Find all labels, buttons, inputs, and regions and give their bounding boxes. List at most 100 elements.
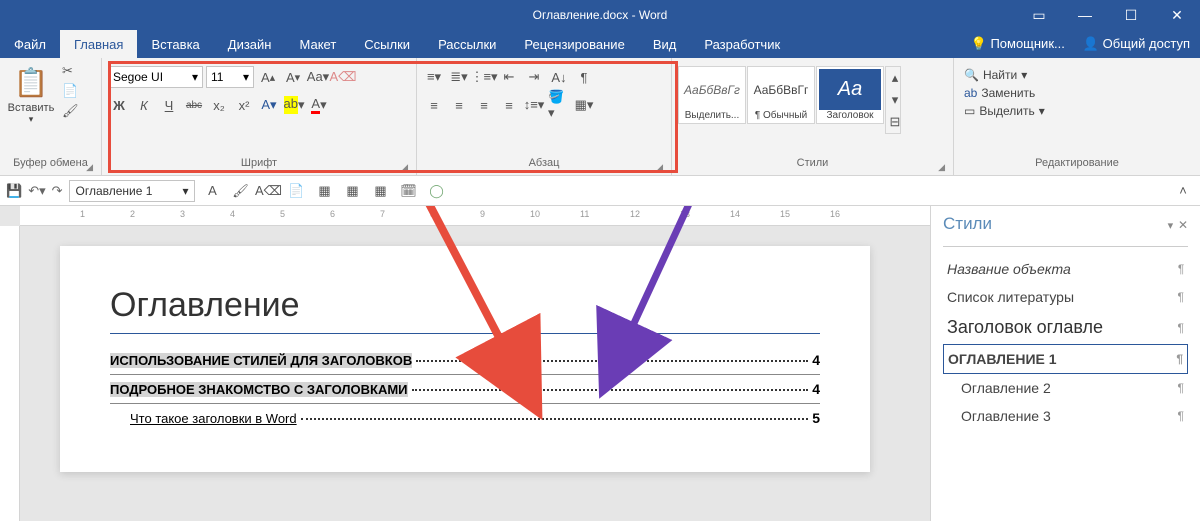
toc-entry[interactable]: Что такое заголовки в Word5: [110, 410, 820, 426]
redo-button[interactable]: ↷: [52, 183, 63, 199]
decrease-indent-button[interactable]: ⇤: [498, 66, 520, 88]
window-title: Оглавление.docx - Word: [533, 8, 668, 22]
styles-launcher[interactable]: ◢: [938, 162, 945, 173]
align-left-button[interactable]: ≡: [423, 94, 445, 116]
show-marks-button[interactable]: ¶: [573, 66, 595, 88]
multilevel-button[interactable]: ⋮≡▾: [473, 66, 495, 88]
text-effects-button[interactable]: A▾: [258, 94, 280, 116]
underline-button[interactable]: Ч: [158, 94, 180, 116]
qat-btn[interactable]: ▦: [341, 180, 363, 202]
copy-button[interactable]: 📄: [58, 82, 83, 100]
styles-more-icon[interactable]: ⊟: [886, 111, 904, 133]
styles-pane-title: Стили: [943, 214, 992, 234]
style-item[interactable]: АаБбВвГг¶ Обычный: [747, 66, 815, 124]
tab-home[interactable]: Главная: [60, 30, 137, 58]
ribbon-options-icon[interactable]: ▭: [1016, 0, 1062, 30]
borders-button[interactable]: ▦▾: [573, 94, 595, 116]
styles-up-icon[interactable]: ▴: [886, 67, 904, 89]
save-button[interactable]: 💾: [6, 183, 22, 199]
cut-button[interactable]: ✂: [58, 62, 83, 80]
subscript-button[interactable]: x₂: [208, 94, 230, 116]
qat-btn[interactable]: 🗓: [397, 180, 419, 202]
font-group-label: Шрифт: [241, 157, 277, 169]
qat-btn[interactable]: ◯: [425, 180, 447, 202]
qat-btn[interactable]: ▦: [369, 180, 391, 202]
grow-font-button[interactable]: A▴: [257, 66, 279, 88]
tab-developer[interactable]: Разработчик: [690, 30, 794, 58]
pane-options-icon[interactable]: ▾: [1168, 220, 1174, 232]
sort-button[interactable]: A↓: [548, 66, 570, 88]
clipboard-launcher[interactable]: ◢: [86, 162, 93, 173]
font-size-combo[interactable]: 11▾: [206, 66, 254, 88]
strike-button[interactable]: abc: [183, 94, 205, 116]
tab-file[interactable]: Файл: [0, 30, 60, 58]
pane-close-icon[interactable]: ✕: [1178, 218, 1188, 232]
justify-button[interactable]: ≡: [498, 94, 520, 116]
font-name-combo[interactable]: Segoe UI▾: [108, 66, 203, 88]
document-area[interactable]: 12345678910111213141516 Оглавление ИСПОЛ…: [0, 206, 930, 521]
horizontal-ruler[interactable]: 12345678910111213141516: [20, 206, 930, 226]
qat-btn[interactable]: 📄: [285, 180, 307, 202]
styles-gallery[interactable]: АаБбВвГгВыделить... АаБбВвГг¶ Обычный Аа…: [678, 66, 901, 134]
align-right-button[interactable]: ≡: [473, 94, 495, 116]
quick-access-toolbar: 💾 ↶▾ ↷ Оглавление 1▾ A 🖌 A⌫ 📄 ▦ ▦ ▦ 🗓 ◯ …: [0, 176, 1200, 206]
style-row[interactable]: Оглавление 2¶: [943, 374, 1188, 402]
shrink-font-button[interactable]: A▾: [282, 66, 304, 88]
minimize-icon[interactable]: —: [1062, 0, 1108, 30]
tell-me[interactable]: 💡 Помощник...: [971, 36, 1065, 52]
styles-down-icon[interactable]: ▾: [886, 89, 904, 111]
numbering-button[interactable]: ≣▾: [448, 66, 470, 88]
style-row[interactable]: Список литературы¶: [943, 283, 1188, 311]
toc-entry[interactable]: ИСПОЛЬЗОВАНИЕ СТИЛЕЙ ДЛЯ ЗАГОЛОВКОВ4: [110, 352, 820, 368]
increase-indent-button[interactable]: ⇥: [523, 66, 545, 88]
page-title: Оглавление: [110, 286, 820, 334]
style-row[interactable]: Название объекта¶: [943, 255, 1188, 283]
paste-button[interactable]: 📋 Вставить ▾: [6, 62, 56, 125]
collapse-ribbon-icon[interactable]: ˄: [1172, 180, 1194, 202]
clear-format-button[interactable]: A⌫: [332, 66, 354, 88]
tab-mailings[interactable]: Рассылки: [424, 30, 510, 58]
toc-entry[interactable]: ПОДРОБНОЕ ЗНАКОМСТВО С ЗАГОЛОВКАМИ4: [110, 381, 820, 397]
tab-review[interactable]: Рецензирование: [510, 30, 638, 58]
tab-references[interactable]: Ссылки: [350, 30, 424, 58]
align-center-button[interactable]: ≡: [448, 94, 470, 116]
clipboard-icon: 📋: [6, 62, 56, 102]
format-painter-button[interactable]: 🖌: [58, 102, 83, 120]
undo-button[interactable]: ↶▾: [28, 183, 45, 199]
change-case-button[interactable]: Aa▾: [307, 66, 329, 88]
workspace: 12345678910111213141516 Оглавление ИСПОЛ…: [0, 206, 1200, 521]
style-row[interactable]: Оглавление 3¶: [943, 402, 1188, 430]
ribbon: 📋 Вставить ▾ ✂ 📄 🖌 Буфер обмена◢ Segoe U…: [0, 58, 1200, 176]
style-row[interactable]: ОГЛАВЛЕНИЕ 1¶: [943, 344, 1188, 374]
superscript-button[interactable]: x²: [233, 94, 255, 116]
style-item[interactable]: АаЗаголовок: [816, 66, 884, 124]
highlight-button[interactable]: ab▾: [283, 94, 305, 116]
document-page[interactable]: Оглавление ИСПОЛЬЗОВАНИЕ СТИЛЕЙ ДЛЯ ЗАГО…: [60, 246, 870, 472]
font-color-button[interactable]: A▾: [308, 94, 330, 116]
tab-insert[interactable]: Вставка: [137, 30, 213, 58]
qat-btn[interactable]: A⌫: [257, 180, 279, 202]
select-button[interactable]: ▭ Выделить ▾: [960, 102, 1049, 120]
qat-btn[interactable]: ▦: [313, 180, 335, 202]
replace-button[interactable]: ab Заменить: [960, 84, 1049, 102]
tab-view[interactable]: Вид: [639, 30, 691, 58]
maximize-icon[interactable]: ☐: [1108, 0, 1154, 30]
style-combo[interactable]: Оглавление 1▾: [69, 180, 196, 202]
qat-btn[interactable]: A: [201, 180, 223, 202]
style-item[interactable]: АаБбВвГгВыделить...: [678, 66, 746, 124]
share-button[interactable]: 👤 Общий доступ: [1083, 36, 1190, 52]
qat-btn[interactable]: 🖌: [229, 180, 251, 202]
paragraph-launcher[interactable]: ◢: [656, 162, 663, 173]
bold-button[interactable]: Ж: [108, 94, 130, 116]
tab-layout[interactable]: Макет: [285, 30, 350, 58]
find-button[interactable]: 🔍 Найти ▾: [960, 66, 1049, 84]
line-spacing-button[interactable]: ↕≡▾: [523, 94, 545, 116]
close-icon[interactable]: ✕: [1154, 0, 1200, 30]
shading-button[interactable]: 🪣▾: [548, 94, 570, 116]
vertical-ruler[interactable]: [0, 226, 20, 521]
italic-button[interactable]: К: [133, 94, 155, 116]
font-launcher[interactable]: ◢: [401, 162, 408, 173]
tab-design[interactable]: Дизайн: [214, 30, 286, 58]
style-row[interactable]: Заголовок оглавле¶: [943, 311, 1188, 344]
bullets-button[interactable]: ≡▾: [423, 66, 445, 88]
